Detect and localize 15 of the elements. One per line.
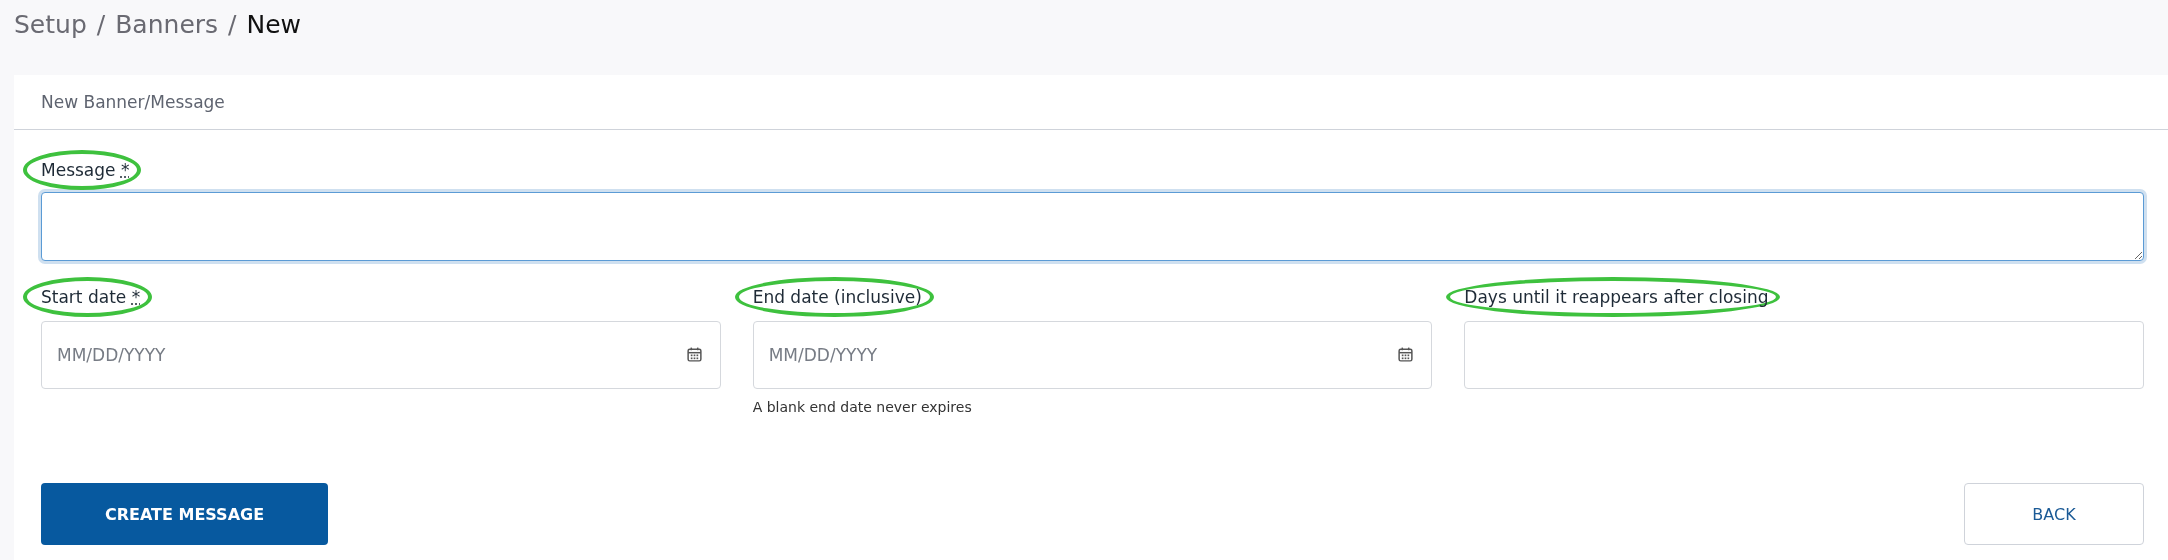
breadcrumb-separator: / <box>228 10 237 41</box>
breadcrumb-item[interactable]: Banners <box>115 10 219 55</box>
field-label: Start date * <box>41 287 141 307</box>
breadcrumb-item[interactable]: Setup <box>14 10 87 55</box>
field-label: Days until it reappears after closing <box>1464 287 1769 307</box>
help-text: A blank end date never expires <box>752 399 972 415</box>
date-field[interactable]: MM/DD/YYYY <box>752 321 1433 389</box>
breadcrumb-item: New <box>246 10 302 41</box>
breadcrumb-separator: / <box>96 10 106 41</box>
date-field[interactable]: MM/DD/YYYY <box>41 321 721 389</box>
back-button[interactable]: BACK <box>1964 483 2144 545</box>
card-title: New Banner/Message <box>41 92 225 112</box>
field-label: Message * <box>41 160 130 180</box>
field-label: End date (inclusive) <box>752 287 922 307</box>
create-button[interactable]: CREATE MESSAGE <box>41 483 328 545</box>
